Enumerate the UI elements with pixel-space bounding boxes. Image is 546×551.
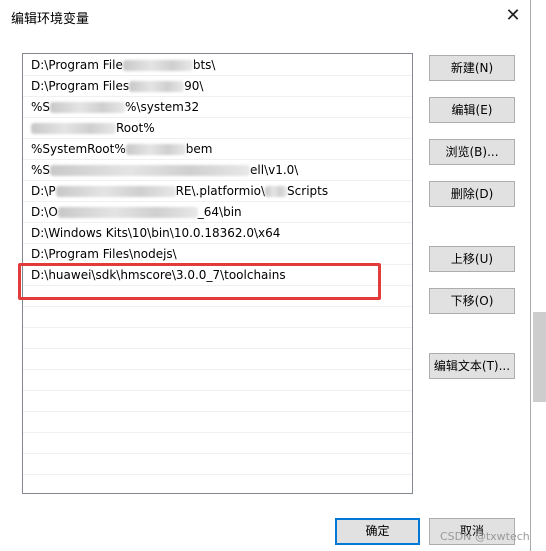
highlight-annotation xyxy=(18,263,381,300)
path-text: D:\Program File xyxy=(31,58,123,72)
background-window-right xyxy=(530,0,546,551)
move-up-button[interactable]: 上移(U) xyxy=(429,246,515,272)
path-text: %S xyxy=(31,163,51,177)
path-list-item[interactable]: %S ell\v1.0\ xyxy=(23,160,412,181)
path-list-empty-row[interactable] xyxy=(23,349,412,370)
path-list-item[interactable]: %SystemRoot% bem xyxy=(23,139,412,160)
path-text: D:\Program Files xyxy=(31,79,130,93)
browse-button[interactable]: 浏览(B)... xyxy=(429,139,515,165)
path-text: Root% xyxy=(116,121,155,135)
path-text: %SystemRoot% xyxy=(31,142,126,156)
edit-button[interactable]: 编辑(E) xyxy=(429,97,515,123)
ok-button[interactable]: 确定 xyxy=(335,518,420,545)
path-list-empty-row[interactable] xyxy=(23,412,412,433)
path-list-item[interactable]: D:\Windows Kits\10\bin\10.0.18362.0\x64 xyxy=(23,223,412,244)
path-list-item[interactable]: Root% xyxy=(23,118,412,139)
redacted-segment xyxy=(265,186,288,197)
path-text: RE\.platformio\ xyxy=(175,184,266,198)
path-list-empty-row[interactable] xyxy=(23,433,412,454)
path-text: D:\Windows Kits\10\bin\10.0.18362.0\x64 xyxy=(31,226,281,240)
path-list-item[interactable]: D:\Program Files\nodejs\ xyxy=(23,244,412,265)
path-list-empty-row[interactable] xyxy=(23,328,412,349)
path-list-item[interactable]: D:\Program Files 90\ xyxy=(23,76,412,97)
dialog-title: 编辑环境变量 xyxy=(11,12,90,27)
path-text: D:\Program Files\nodejs\ xyxy=(31,247,177,261)
redacted-segment xyxy=(57,207,198,218)
path-text: bem xyxy=(185,142,213,156)
path-text: D:\O xyxy=(31,205,58,219)
path-list-item[interactable]: D:\Program File bts\ xyxy=(23,55,412,76)
redacted-segment xyxy=(55,186,176,197)
close-button[interactable]: ✕ xyxy=(498,2,528,30)
path-text: bts\ xyxy=(192,58,216,72)
move-down-button[interactable]: 下移(O) xyxy=(429,288,515,314)
path-list-empty-row[interactable] xyxy=(23,475,412,493)
path-text: D:\P xyxy=(31,184,56,198)
path-list-empty-row[interactable] xyxy=(23,307,412,328)
new-button[interactable]: 新建(N) xyxy=(429,55,515,81)
background-scrollbar-thumb[interactable] xyxy=(533,312,546,402)
delete-button[interactable]: 删除(D) xyxy=(429,181,515,207)
path-text: ell\v1.0\ xyxy=(250,163,299,177)
redacted-segment xyxy=(50,102,126,113)
path-list-empty-row[interactable] xyxy=(23,391,412,412)
path-text: %S xyxy=(31,100,51,114)
path-text: 90\ xyxy=(184,79,204,93)
path-list-item[interactable]: %S %\system32 xyxy=(23,97,412,118)
path-text: Scripts xyxy=(287,184,329,198)
redacted-segment xyxy=(50,165,251,176)
path-list-item[interactable]: D:\P RE\.platformio\ Scripts xyxy=(23,181,412,202)
redacted-segment xyxy=(31,123,116,134)
redacted-segment xyxy=(129,81,185,92)
edit-text-button[interactable]: 编辑文本(T)... xyxy=(429,353,515,379)
close-icon: ✕ xyxy=(505,5,521,26)
path-list-item[interactable]: D:\O _64\bin xyxy=(23,202,412,223)
redacted-segment xyxy=(122,60,193,71)
title-bar[interactable]: 编辑环境变量 ✕ xyxy=(0,0,530,32)
edit-env-dialog: 编辑环境变量 ✕ D:\Program File bts\ D:\Program F… xyxy=(0,0,531,551)
path-text: _64\bin xyxy=(197,205,242,219)
redacted-segment xyxy=(125,144,186,155)
path-text: %\system32 xyxy=(125,100,200,114)
watermark: CSDN @txwtech xyxy=(440,530,530,543)
path-list-empty-row[interactable] xyxy=(23,454,412,475)
path-list-empty-row[interactable] xyxy=(23,370,412,391)
